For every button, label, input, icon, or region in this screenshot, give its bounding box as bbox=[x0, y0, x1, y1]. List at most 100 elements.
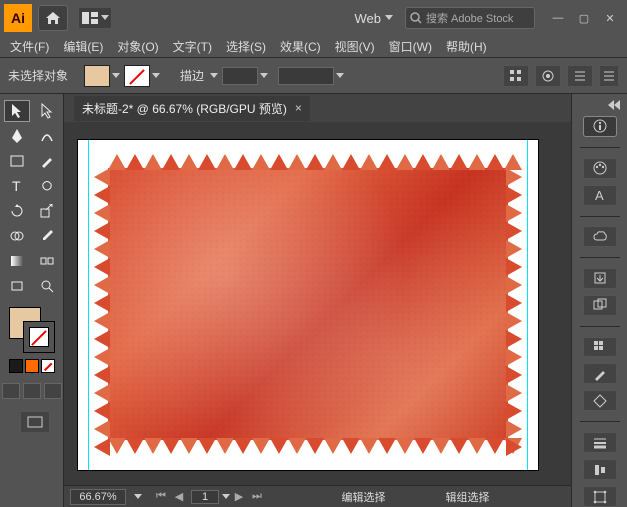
stroke-color[interactable] bbox=[23, 321, 55, 353]
align-panel-button[interactable] bbox=[583, 459, 617, 480]
symbols-panel-button[interactable] bbox=[583, 390, 617, 411]
status-bar: 66.67% ⏮ ◀ 1 ▶ ⏭ 编辑选择 辑组选择 bbox=[64, 485, 571, 507]
paintbrush-tool[interactable] bbox=[34, 150, 60, 172]
panel-menu-button[interactable] bbox=[599, 65, 619, 87]
preferences-button[interactable] bbox=[567, 65, 593, 87]
libraries-panel-button[interactable] bbox=[583, 226, 617, 247]
tools-panel: T bbox=[0, 94, 64, 507]
menu-edit[interactable]: 编辑(E) bbox=[59, 36, 107, 57]
color-mode-color[interactable] bbox=[9, 359, 23, 373]
first-artboard-button[interactable]: ⏮ bbox=[153, 490, 169, 504]
color-mode-none[interactable] bbox=[41, 359, 55, 373]
rotate-tool[interactable] bbox=[4, 200, 30, 222]
drawing-mode-behind[interactable] bbox=[23, 383, 41, 399]
swatches-icon bbox=[592, 339, 608, 355]
fill-swatch[interactable] bbox=[84, 65, 110, 87]
maximize-button[interactable]: ▢ bbox=[571, 8, 597, 28]
guide-left[interactable] bbox=[88, 140, 89, 470]
character-panel-button[interactable]: A bbox=[583, 185, 617, 206]
search-placeholder: 搜索 Adobe Stock bbox=[426, 10, 513, 26]
chevron-down-icon bbox=[101, 15, 109, 21]
menu-type[interactable]: 文字(T) bbox=[169, 36, 216, 57]
chevron-down-icon[interactable] bbox=[260, 73, 268, 79]
chevron-down-icon bbox=[385, 15, 393, 21]
menu-object[interactable]: 对象(O) bbox=[113, 36, 162, 57]
chevron-down-icon[interactable] bbox=[222, 494, 230, 500]
workspace-switcher[interactable]: Web bbox=[355, 11, 394, 26]
app-logo: Ai bbox=[4, 4, 32, 32]
shape-builder-tool[interactable] bbox=[4, 225, 30, 247]
gradient-tool[interactable] bbox=[4, 250, 30, 272]
align-pixels-button[interactable] bbox=[503, 65, 529, 87]
status-group-selection[interactable]: 辑组选择 bbox=[446, 489, 490, 505]
menu-window[interactable]: 窗口(W) bbox=[385, 36, 436, 57]
prev-artboard-button[interactable]: ◀ bbox=[171, 490, 187, 504]
document-tab[interactable]: 未标题-2* @ 66.67% (RGB/GPU 预览) × bbox=[74, 96, 310, 121]
scale-tool[interactable] bbox=[34, 200, 60, 222]
color-panel-button[interactable] bbox=[583, 158, 617, 179]
chevron-down-icon[interactable] bbox=[152, 73, 160, 79]
window-controls: — ▢ ✕ bbox=[545, 8, 623, 28]
grid-icon bbox=[509, 69, 523, 83]
workspace-label: Web bbox=[355, 11, 382, 26]
color-mode-gradient[interactable] bbox=[25, 359, 39, 373]
minimize-button[interactable]: — bbox=[545, 8, 571, 28]
guide-right[interactable] bbox=[527, 140, 528, 470]
brushes-panel-button[interactable] bbox=[583, 363, 617, 384]
menu-select[interactable]: 选择(S) bbox=[222, 36, 270, 57]
align-icon bbox=[592, 462, 608, 478]
artboards-icon bbox=[592, 297, 608, 313]
canvas[interactable] bbox=[64, 122, 571, 485]
chevron-down-icon[interactable] bbox=[336, 73, 344, 79]
menu-effect[interactable]: 效果(C) bbox=[276, 36, 325, 57]
panels-dock: A bbox=[571, 94, 627, 507]
transform-panel-button[interactable] bbox=[583, 486, 617, 507]
swatches-panel-button[interactable] bbox=[583, 337, 617, 358]
menu-view[interactable]: 视图(V) bbox=[331, 36, 379, 57]
lasso-tool[interactable] bbox=[34, 175, 60, 197]
zoom-tool[interactable] bbox=[34, 275, 60, 297]
type-tool[interactable]: T bbox=[4, 175, 30, 197]
chevron-down-icon[interactable] bbox=[112, 73, 120, 79]
pen-tool[interactable] bbox=[4, 125, 30, 147]
stock-search-input[interactable]: 搜索 Adobe Stock bbox=[405, 7, 535, 29]
expand-panels-icon[interactable] bbox=[608, 100, 620, 110]
chevron-down-icon[interactable] bbox=[134, 494, 142, 500]
arrange-documents-button[interactable] bbox=[78, 7, 112, 29]
svg-text:A: A bbox=[595, 188, 604, 203]
properties-panel-button[interactable] bbox=[583, 116, 617, 137]
eyedropper-tool[interactable] bbox=[34, 225, 60, 247]
stroke-swatch[interactable] bbox=[124, 65, 150, 87]
fill-stroke-well[interactable] bbox=[9, 307, 55, 353]
artboard-tool[interactable] bbox=[4, 275, 30, 297]
screen-mode-button[interactable] bbox=[20, 411, 50, 433]
drawing-mode-inside[interactable] bbox=[44, 383, 62, 399]
artboard-number-field[interactable]: 1 bbox=[191, 490, 219, 504]
isolate-button[interactable] bbox=[535, 65, 561, 87]
direct-selection-tool[interactable] bbox=[34, 100, 60, 122]
selection-tool[interactable] bbox=[4, 100, 30, 122]
blend-tool[interactable] bbox=[34, 250, 60, 272]
document-tab-close[interactable]: × bbox=[295, 101, 302, 115]
artboards-panel-button[interactable] bbox=[583, 295, 617, 316]
status-edit-selection[interactable]: 编辑选择 bbox=[342, 489, 386, 505]
menu-file[interactable]: 文件(F) bbox=[6, 36, 53, 57]
chevron-down-icon[interactable] bbox=[210, 73, 218, 79]
last-artboard-button[interactable]: ⏭ bbox=[249, 490, 265, 504]
curvature-tool[interactable] bbox=[34, 125, 60, 147]
drawing-mode-normal[interactable] bbox=[2, 383, 20, 399]
close-button[interactable]: ✕ bbox=[597, 8, 623, 28]
home-button[interactable] bbox=[38, 5, 68, 31]
brush-definition-field[interactable] bbox=[278, 67, 334, 85]
export-icon bbox=[592, 270, 608, 286]
options-bar: 未选择对象 描边 bbox=[0, 58, 627, 94]
artwork-zigzag-image[interactable] bbox=[94, 154, 522, 454]
menu-help[interactable]: 帮助(H) bbox=[442, 36, 491, 57]
next-artboard-button[interactable]: ▶ bbox=[231, 490, 247, 504]
asset-export-panel-button[interactable] bbox=[583, 268, 617, 289]
stroke-weight-field[interactable] bbox=[222, 67, 258, 85]
rectangle-tool[interactable] bbox=[4, 150, 30, 172]
stroke-icon bbox=[592, 435, 608, 451]
zoom-field[interactable]: 66.67% bbox=[70, 489, 126, 505]
stroke-panel-button[interactable] bbox=[583, 432, 617, 453]
